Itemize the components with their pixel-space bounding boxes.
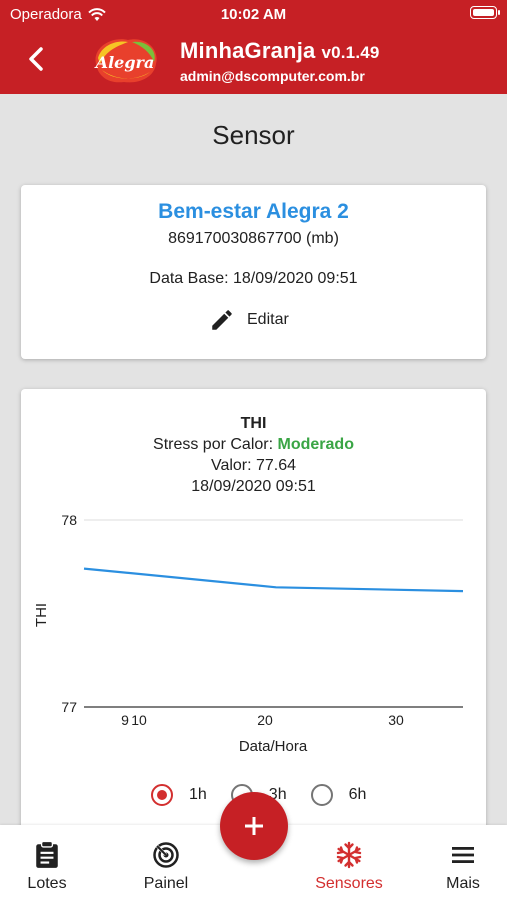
x-tick-label: 9	[121, 712, 129, 728]
stress-value: Moderado	[277, 436, 354, 453]
y-tick-label: 78	[61, 512, 77, 528]
menu-icon	[452, 847, 474, 863]
edit-label: Editar	[247, 311, 289, 328]
nav-mais[interactable]: Mais	[413, 841, 507, 893]
radio-1h[interactable]: 1h	[151, 784, 207, 806]
page-title: Sensor	[212, 120, 295, 150]
y-tick-label: 77	[61, 699, 77, 715]
radio-1h-indicator[interactable]	[151, 784, 173, 806]
radio-1h-label: 1h	[189, 786, 207, 803]
clock: 10:02 AM	[220, 6, 287, 23]
x-axis-label: Data/Hora	[239, 738, 308, 755]
x-tick-label: 20	[257, 712, 273, 728]
data-base-date: Data Base: 18/09/2020 09:51	[149, 270, 358, 287]
nav-painel-label: Painel	[143, 875, 189, 892]
chart-title: THI	[240, 415, 267, 432]
plus-icon	[245, 817, 263, 835]
series-line	[83, 567, 464, 593]
app-header: Operadora 10:02 AM Alegra MinhaGranja v0.…	[0, 0, 507, 94]
nav-mais-label: Mais	[446, 875, 480, 892]
radio-6h-indicator[interactable]	[310, 784, 333, 806]
sensor-name[interactable]: Bem-estar Alegra 2	[21, 200, 486, 224]
sensor-info-card: Bem-estar Alegra 2 869170030867700 (mb) …	[21, 185, 486, 359]
x-tick-label: 30	[388, 712, 404, 728]
app-name: MinhaGranja	[180, 38, 316, 63]
pencil-icon	[212, 310, 232, 330]
radio-6h-label: 6h	[348, 786, 367, 803]
value-text: Valor: 77.64	[210, 457, 297, 474]
stress-line: Stress por Calor: Moderado	[21, 436, 486, 454]
chart-card: THI Stress por Calor: Moderado Valor: 77…	[21, 389, 486, 839]
reading-date: 18/09/2020 09:51	[191, 478, 316, 495]
y-axis-label: THI	[33, 603, 50, 627]
app-version: v0.1.49	[321, 43, 380, 62]
add-fab-button[interactable]	[220, 792, 288, 860]
nav-sensores[interactable]: Sensores	[299, 841, 399, 893]
battery-icon	[470, 6, 500, 19]
sensor-id: 869170030867700 (mb)	[168, 230, 339, 247]
thi-chart: 77 78 9 10 20 30 Data/Hora THI	[33, 512, 464, 755]
status-bar: Operadora 10:02 AM	[0, 0, 507, 28]
nav-lotes-label: Lotes	[27, 875, 67, 892]
back-button[interactable]	[22, 42, 52, 76]
nav-sensores-label: Sensores	[315, 875, 383, 892]
alegra-logo: Alegra	[94, 39, 157, 83]
nav-lotes[interactable]: Lotes	[0, 841, 97, 893]
clipboard-icon	[36, 841, 58, 868]
stress-label: Stress por Calor:	[153, 436, 274, 453]
x-tick-label: 10	[131, 712, 147, 728]
radio-6h[interactable]: 6h	[310, 784, 367, 806]
edit-button[interactable]: Editar	[209, 305, 289, 335]
nav-painel[interactable]: Painel	[116, 841, 216, 893]
snowflake-icon	[336, 841, 362, 869]
app-title: MinhaGranja v0.1.49	[180, 38, 380, 64]
radar-icon	[153, 842, 179, 868]
logo-text: Alegra	[94, 53, 155, 72]
user-email: admin@dscomputer.com.br	[180, 68, 365, 84]
